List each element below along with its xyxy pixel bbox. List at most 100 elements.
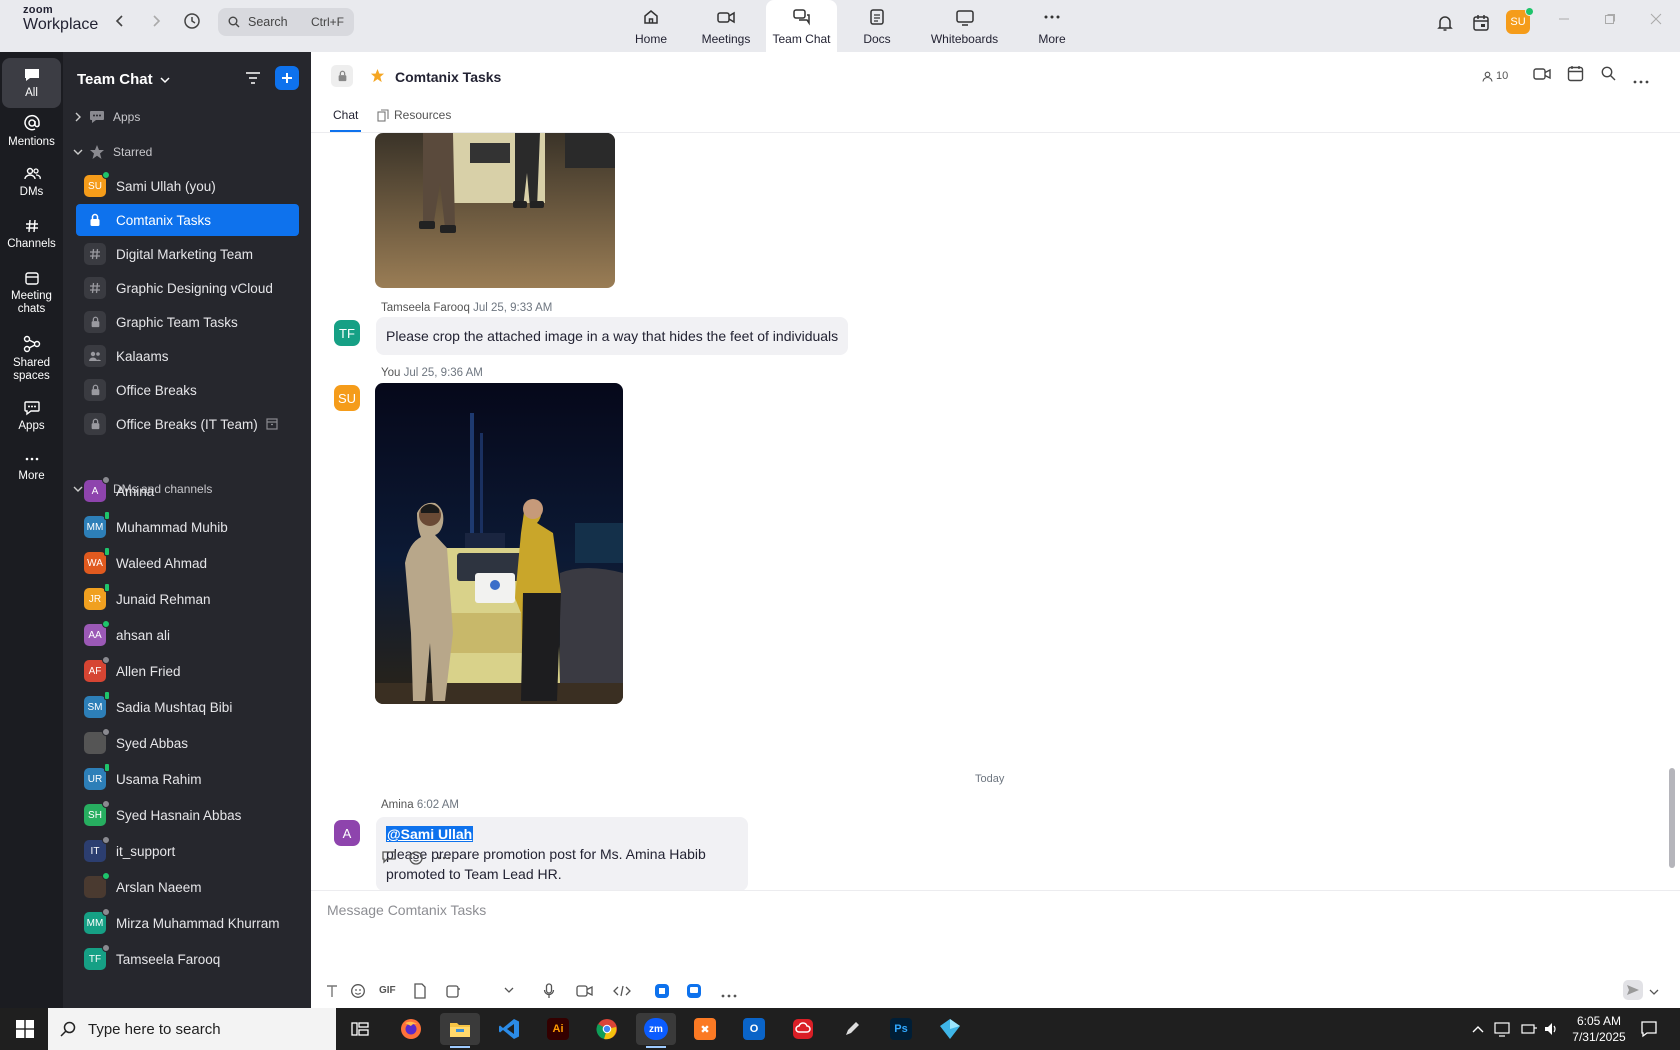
close-icon[interactable] <box>1650 12 1662 30</box>
firefox-icon[interactable] <box>391 1013 431 1045</box>
sidebar-item-sami-ullah[interactable]: SU Sami Ullah (you) <box>76 170 299 202</box>
screenshot-icon[interactable] <box>445 983 461 1002</box>
calendar-icon[interactable] <box>1567 65 1584 85</box>
new-chat-button[interactable] <box>275 66 299 90</box>
sidebar-item-dm[interactable]: SM Sadia Mushtaq Bibi <box>76 691 299 723</box>
sidebar-item-dm[interactable]: JR Junaid Rehman <box>76 583 299 615</box>
rail-meeting-chats[interactable]: Meeting chats <box>2 270 61 315</box>
forward-arrow-icon[interactable] <box>150 12 162 33</box>
sidebar-item-dm[interactable]: MM Mirza Muhammad Khurram <box>76 907 299 939</box>
sender-name[interactable]: You <box>381 367 400 379</box>
rail-shared-spaces[interactable]: Shared spaces <box>2 335 61 382</box>
sidebar-item-dm[interactable]: Arslan Naeem <box>76 871 299 903</box>
volume-icon[interactable] <box>1543 1021 1559 1040</box>
task-view-icon[interactable] <box>340 1013 380 1045</box>
sidebar-item-office-breaks[interactable]: Office Breaks <box>76 374 299 406</box>
tab-resources[interactable]: Resources <box>377 108 451 122</box>
sidebar-title[interactable]: Team Chat <box>77 71 170 88</box>
scrollbar[interactable] <box>1669 768 1675 868</box>
section-starred[interactable]: Starred <box>73 141 152 163</box>
message-list[interactable]: Tamseela Farooq Jul 25, 9:33 AM TF Pleas… <box>311 133 1680 892</box>
illustrator-icon[interactable]: Ai <box>538 1013 578 1045</box>
sender-name[interactable]: Amina <box>381 799 414 811</box>
microphone-icon[interactable] <box>543 983 555 1002</box>
rail-mentions[interactable]: Mentions <box>2 114 61 149</box>
sidebar-item-dm[interactable]: TF Tamseela Farooq <box>76 943 299 975</box>
network-status-icon[interactable] <box>1494 1021 1512 1040</box>
members-button[interactable]: 10 <box>1482 70 1508 82</box>
tab-more[interactable]: More <box>1012 0 1092 52</box>
rail-all[interactable]: All <box>2 58 61 108</box>
star-icon[interactable] <box>370 68 385 86</box>
code-snippet-icon[interactable] <box>613 985 631 1000</box>
rail-channels[interactable]: Channels <box>2 218 61 251</box>
outlook-icon[interactable]: O <box>734 1013 774 1045</box>
sidebar-item-dm[interactable]: IT it_support <box>76 835 299 867</box>
sidebar-item-office-breaks-it-team[interactable]: Office Breaks (IT Team) <box>76 408 299 440</box>
history-icon[interactable] <box>183 12 201 35</box>
tab-team-chat[interactable]: Team Chat <box>766 0 837 52</box>
video-message-icon[interactable] <box>576 984 593 1001</box>
send-icon[interactable] <box>1623 980 1643 1003</box>
chevron-down-icon[interactable] <box>1649 987 1659 999</box>
system-clock[interactable]: 6:05 AM 7/31/2025 <box>1564 1013 1634 1045</box>
minimize-icon[interactable] <box>1558 12 1570 30</box>
chevron-down-icon[interactable] <box>504 985 514 997</box>
mention-link[interactable]: @Sami Ullah <box>386 826 474 842</box>
calendar-icon[interactable] <box>1472 10 1490 36</box>
rail-apps[interactable]: Apps <box>2 400 61 433</box>
message-input[interactable] <box>327 898 1657 922</box>
sidebar-item-comtanix-tasks[interactable]: Comtanix Tasks <box>76 204 299 236</box>
avatar[interactable]: SU <box>334 385 360 411</box>
search-bar[interactable]: Search Ctrl+F <box>218 8 354 36</box>
sidebar-item-kalaams[interactable]: Kalaams <box>76 340 299 372</box>
sidebar-item-dm[interactable]: Syed Abbas <box>76 727 299 759</box>
notification-center-icon[interactable] <box>1640 1020 1658 1041</box>
tab-home[interactable]: Home <box>616 0 686 52</box>
app-integration-icon[interactable] <box>686 983 702 1002</box>
sidebar-item-graphic-designing-vcloud[interactable]: Graphic Designing vCloud <box>76 272 299 304</box>
attached-image-previous[interactable] <box>375 133 615 288</box>
file-icon[interactable] <box>413 983 427 1002</box>
add-reaction-icon[interactable] <box>409 850 425 869</box>
user-avatar[interactable]: SU <box>1506 7 1534 34</box>
reply-icon[interactable] <box>381 850 397 869</box>
more-options-icon[interactable] <box>437 850 451 869</box>
avatar[interactable]: TF <box>334 320 360 346</box>
windows-start-icon[interactable] <box>16 1020 34 1041</box>
search-icon[interactable] <box>1601 66 1616 84</box>
sidebar-item-dm[interactable]: UR Usama Rahim <box>76 763 299 795</box>
more-options-icon[interactable] <box>721 989 737 1001</box>
rail-more[interactable]: More <box>2 452 61 483</box>
sender-name[interactable]: Tamseela Farooq <box>381 302 470 314</box>
taskbar-search[interactable]: Type here to search <box>48 1008 336 1050</box>
message-bubble[interactable]: Please crop the attached image in a way … <box>376 317 849 355</box>
photoshop-icon[interactable]: Ps <box>881 1013 921 1045</box>
creative-cloud-icon[interactable] <box>783 1013 823 1045</box>
chevron-up-icon[interactable] <box>1472 1022 1484 1037</box>
gif-button[interactable]: GIF <box>379 985 396 996</box>
bell-icon[interactable] <box>1436 10 1454 36</box>
vscode-icon[interactable] <box>489 1013 529 1045</box>
tab-docs[interactable]: Docs <box>837 0 917 52</box>
pen-tool-icon[interactable] <box>832 1013 872 1045</box>
rail-dms[interactable]: DMs <box>2 166 61 199</box>
sidebar-item-graphic-team-tasks[interactable]: Graphic Team Tasks <box>76 306 299 338</box>
app-icon[interactable] <box>930 1013 970 1045</box>
sidebar-item-dm[interactable]: WA Waleed Ahmad <box>76 547 299 579</box>
wifi-icon[interactable] <box>1520 1021 1538 1040</box>
emoji-icon[interactable] <box>350 983 366 1002</box>
tab-meetings[interactable]: Meetings <box>686 0 766 52</box>
more-options-icon[interactable] <box>1633 72 1649 87</box>
filter-icon[interactable] <box>245 71 261 88</box>
attached-image[interactable] <box>375 383 623 704</box>
sidebar-item-digital-marketing-team[interactable]: Digital Marketing Team <box>76 238 299 270</box>
sidebar-item-dm[interactable]: A Amina <box>76 475 299 507</box>
app-integration-icon[interactable] <box>654 983 670 1002</box>
chrome-icon[interactable] <box>587 1013 627 1045</box>
sidebar-item-dm[interactable]: SH Syed Hasnain Abbas <box>76 799 299 831</box>
tab-whiteboards[interactable]: Whiteboards <box>917 0 1012 52</box>
sidebar-item-dm[interactable]: AA ahsan ali <box>76 619 299 651</box>
back-arrow-icon[interactable] <box>114 12 126 33</box>
xampp-icon[interactable]: ✖ <box>685 1013 725 1045</box>
